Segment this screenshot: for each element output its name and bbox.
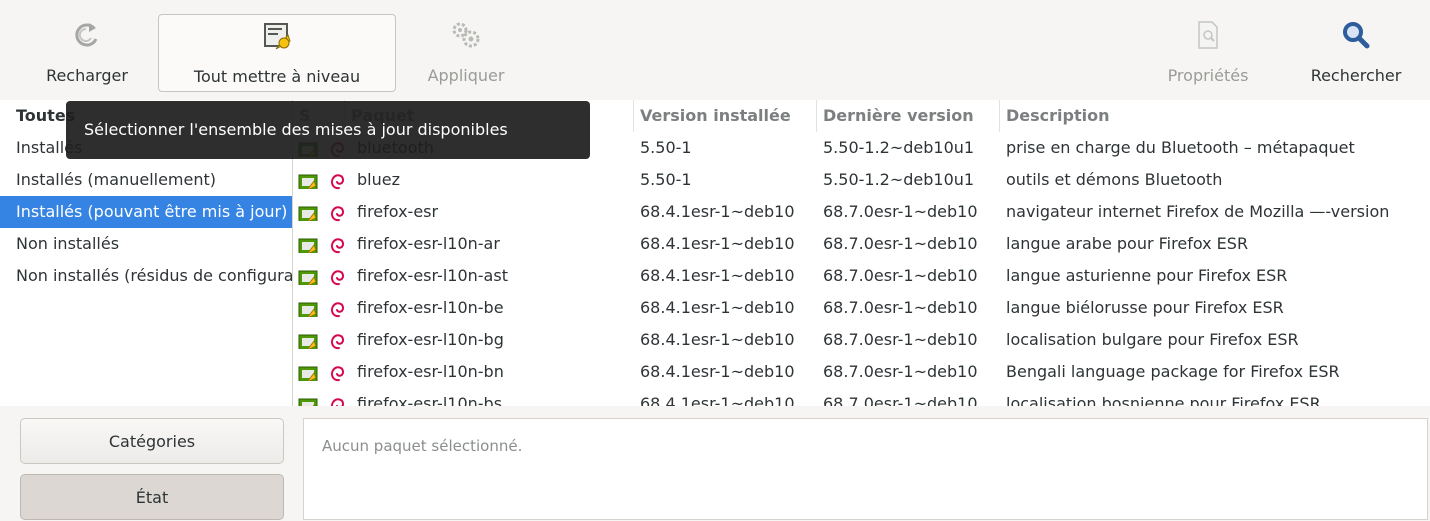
latest-version: 68.7.0esr-1~deb10 — [823, 202, 978, 221]
table-row[interactable]: firefox-esr-l10n-ast 68.4.1esr-1~deb10 68.… — [293, 260, 1430, 292]
search-icon — [1341, 16, 1371, 54]
upgrade-all-label: Tout mettre à niveau — [193, 67, 361, 86]
reload-button[interactable]: Recharger — [28, 14, 146, 92]
package-description: localisation bosnienne pour Firefox ESR — [1006, 394, 1321, 406]
package-description: navigateur internet Firefox de Mozilla —… — [1006, 202, 1390, 221]
table-row[interactable]: firefox-esr-l10n-bs 68.4.1esr-1~deb10 68.7… — [293, 388, 1430, 406]
installed-version: 68.4.1esr-1~deb10 — [640, 266, 795, 285]
upgrade-all-icon — [262, 17, 292, 55]
apply-button[interactable]: Appliquer — [410, 14, 522, 92]
package-name: firefox-esr — [357, 202, 439, 221]
properties-icon — [1196, 16, 1220, 54]
search-button[interactable]: Rechercher — [1296, 14, 1416, 92]
table-row[interactable]: firefox-esr-l10n-bn 68.4.1esr-1~deb10 68.7… — [293, 356, 1430, 388]
properties-label: Propriétés — [1167, 66, 1249, 85]
upgradable-package-icon[interactable] — [298, 171, 318, 189]
package-description: langue asturienne pour Firefox ESR — [1006, 266, 1288, 285]
search-label: Rechercher — [1310, 66, 1402, 85]
installed-version: 68.4.1esr-1~deb10 — [640, 202, 795, 221]
debian-icon — [328, 234, 346, 254]
column-header-latest-version[interactable]: Dernière version — [817, 100, 1000, 132]
reload-icon — [72, 16, 102, 54]
package-description: prise en charge du Bluetooth – métapaque… — [1006, 138, 1355, 157]
upgradable-package-icon[interactable] — [298, 267, 318, 285]
upgradable-package-icon[interactable] — [298, 299, 318, 317]
latest-version: 68.7.0esr-1~deb10 — [823, 234, 978, 253]
table-row[interactable]: bluez 5.50-1 5.50-1.2~deb10u1 outils et dém… — [293, 164, 1430, 196]
latest-version: 68.7.0esr-1~deb10 — [823, 394, 978, 406]
package-description: outils et démons Bluetooth — [1006, 170, 1223, 189]
upgrade-all-button[interactable]: Tout mettre à niveau — [158, 14, 396, 92]
package-description: langue biélorusse pour Firefox ESR — [1006, 298, 1284, 317]
package-name: firefox-esr-l10n-bg — [357, 330, 504, 349]
installed-version: 68.4.1esr-1~deb10 — [640, 330, 795, 349]
debian-icon — [328, 170, 346, 190]
filter-mode-panel: Catégories État — [0, 406, 292, 520]
column-header-installed-version[interactable]: Version installée — [634, 100, 817, 132]
package-name: firefox-esr-l10n-ast — [357, 266, 508, 285]
latest-version: 68.7.0esr-1~deb10 — [823, 266, 978, 285]
filter-not-installed[interactable]: Non installés — [0, 228, 292, 260]
package-details-pane: Aucun paquet sélectionné. — [303, 418, 1428, 520]
package-description: langue arabe pour Firefox ESR — [1006, 234, 1249, 253]
table-row[interactable]: firefox-esr-l10n-ar 68.4.1esr-1~deb10 68.7… — [293, 228, 1430, 260]
package-description: localisation bulgare pour Firefox ESR — [1006, 330, 1299, 349]
latest-version: 68.7.0esr-1~deb10 — [823, 330, 978, 349]
debian-icon — [328, 266, 346, 286]
package-name: firefox-esr-l10n-bn — [357, 362, 504, 381]
package-name: firefox-esr-l10n-bs — [357, 394, 503, 406]
details-placeholder: Aucun paquet sélectionné. — [322, 437, 523, 455]
upgrade-all-tooltip: Sélectionner l'ensemble des mises à jour… — [66, 101, 590, 159]
upgradable-package-icon[interactable] — [298, 203, 318, 221]
installed-version: 68.4.1esr-1~deb10 — [640, 298, 795, 317]
debian-icon — [328, 394, 346, 406]
table-row[interactable]: firefox-esr-l10n-bg 68.4.1esr-1~deb10 68.7… — [293, 324, 1430, 356]
installed-version: 68.4.1esr-1~deb10 — [640, 394, 795, 406]
upgradable-package-icon[interactable] — [298, 395, 318, 406]
upgradable-package-icon[interactable] — [298, 235, 318, 253]
latest-version: 68.7.0esr-1~deb10 — [823, 362, 978, 381]
latest-version: 5.50-1.2~deb10u1 — [823, 170, 975, 189]
debian-icon — [328, 202, 346, 222]
debian-icon — [328, 362, 346, 382]
latest-version: 68.7.0esr-1~deb10 — [823, 298, 978, 317]
toolbar: Recharger Tout mettre à niveau Appliquer — [0, 0, 1430, 101]
filter-residual-config[interactable]: Non installés (résidus de configuration) — [0, 260, 292, 292]
properties-button[interactable]: Propriétés — [1148, 14, 1268, 92]
package-name: firefox-esr-l10n-ar — [357, 234, 500, 253]
status-button[interactable]: État — [20, 474, 284, 520]
package-name: firefox-esr-l10n-be — [357, 298, 504, 317]
apply-icon — [450, 16, 482, 54]
table-row[interactable]: firefox-esr-l10n-be 68.4.1esr-1~deb10 68.7… — [293, 292, 1430, 324]
debian-icon — [328, 330, 346, 350]
installed-version: 68.4.1esr-1~deb10 — [640, 362, 795, 381]
upgradable-package-icon[interactable] — [298, 363, 318, 381]
filter-upgradable[interactable]: Installés (pouvant être mis à jour) — [0, 196, 292, 228]
upgradable-package-icon[interactable] — [298, 331, 318, 349]
categories-button[interactable]: Catégories — [20, 418, 284, 464]
installed-version: 5.50-1 — [640, 170, 692, 189]
package-name: bluez — [357, 170, 400, 189]
reload-label: Recharger — [46, 66, 128, 85]
installed-version: 5.50-1 — [640, 138, 692, 157]
latest-version: 5.50-1.2~deb10u1 — [823, 138, 975, 157]
debian-icon — [328, 298, 346, 318]
table-row[interactable]: firefox-esr 68.4.1esr-1~deb10 68.7.0esr-1~… — [293, 196, 1430, 228]
package-description: Bengali language package for Firefox ESR — [1006, 362, 1340, 381]
installed-version: 68.4.1esr-1~deb10 — [640, 234, 795, 253]
filter-installed-manually[interactable]: Installés (manuellement) — [0, 164, 292, 196]
column-header-description[interactable]: Description — [1000, 100, 1430, 132]
apply-label: Appliquer — [427, 66, 505, 85]
